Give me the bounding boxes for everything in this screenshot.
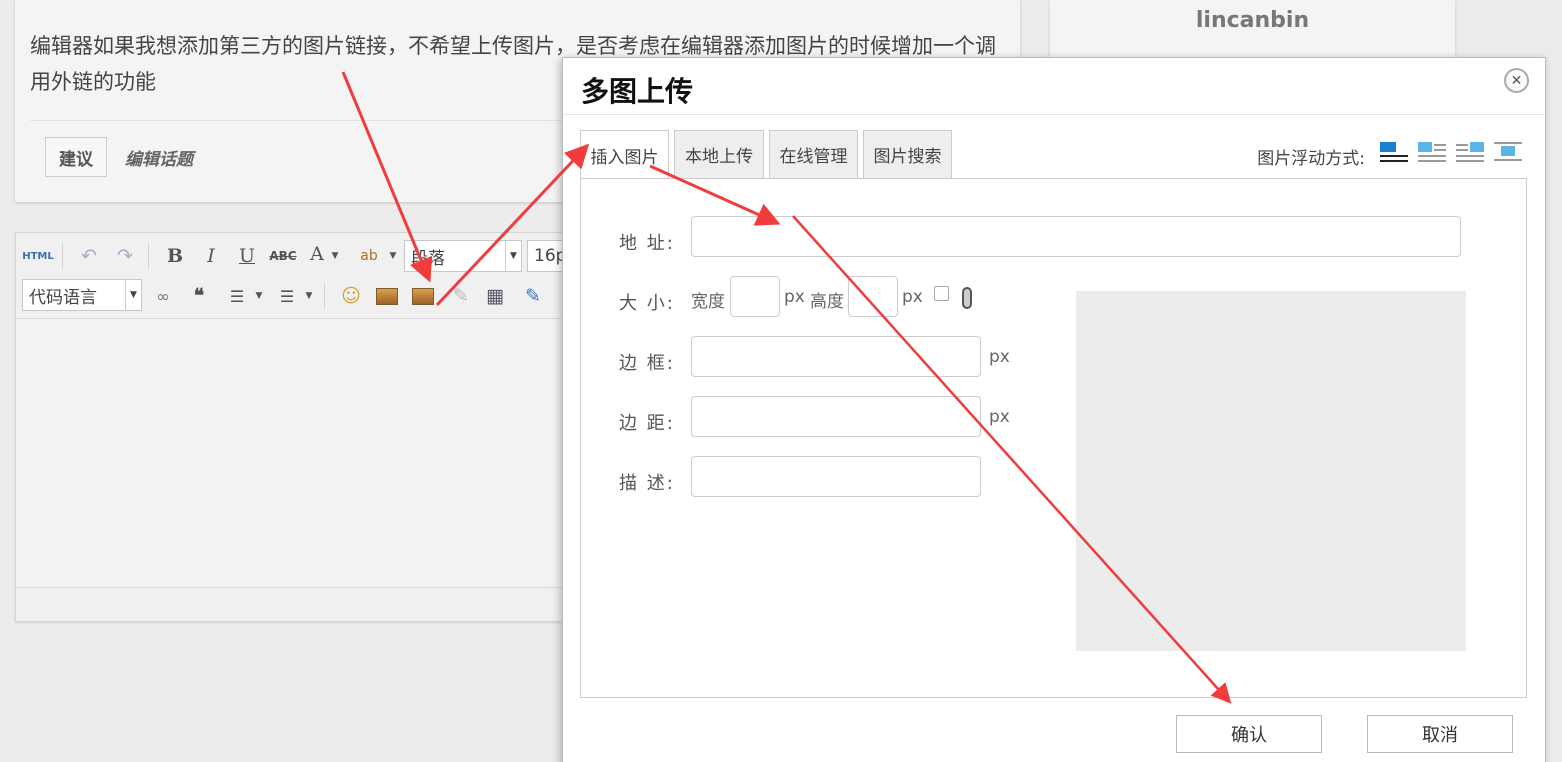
undo-icon[interactable]: ↶ bbox=[76, 243, 102, 269]
insert-image-panel: 地 址: 大 小: 宽度 px 高度 px 边 框: px 边 距: px 描 … bbox=[580, 178, 1527, 698]
address-label: 地 址: bbox=[619, 233, 675, 254]
editor-statusbar bbox=[16, 587, 574, 621]
bold-button[interactable]: B bbox=[162, 243, 188, 269]
chevron-down-icon[interactable]: ▼ bbox=[252, 283, 266, 309]
highlight-icon[interactable]: ab bbox=[354, 243, 384, 269]
px-unit: px bbox=[989, 347, 1010, 367]
code-language-select[interactable]: 代码语言 ▼ bbox=[22, 279, 142, 311]
chevron-down-icon: ▼ bbox=[125, 280, 141, 310]
divider bbox=[563, 114, 1545, 115]
font-color-button[interactable]: A bbox=[306, 241, 328, 267]
edit-topic-link[interactable]: 编辑话题 bbox=[125, 145, 193, 170]
float-left-icon[interactable] bbox=[1418, 140, 1446, 164]
confirm-button[interactable]: 确认 bbox=[1176, 715, 1322, 753]
px-unit: px bbox=[989, 407, 1010, 427]
image-icon[interactable] bbox=[376, 288, 398, 305]
chevron-down-icon[interactable]: ▼ bbox=[328, 243, 342, 269]
emoji-icon[interactable]: ☺ bbox=[338, 283, 364, 309]
toolbar-separator bbox=[148, 243, 149, 269]
rich-text-editor: HTML ↶ ↷ B I U ABC A ▼ ab ▼ 段落 ▼ 16px 代码… bbox=[15, 232, 576, 622]
code-language-select-value: 代码语言 bbox=[29, 287, 97, 308]
multi-image-upload-dialog: 多图上传 ✕ 插入图片 本地上传 在线管理 图片搜索 图片浮动方式: 地 址: … bbox=[562, 57, 1546, 762]
px-unit: px bbox=[784, 287, 805, 307]
image-preview bbox=[1076, 291, 1466, 651]
chevron-down-icon: ▼ bbox=[505, 241, 521, 271]
link-icon[interactable]: ∞ bbox=[150, 283, 176, 309]
tab-image-search[interactable]: 图片搜索 bbox=[863, 130, 952, 178]
editor-toolbar: HTML ↶ ↷ B I U ABC A ▼ ab ▼ 段落 ▼ 16px 代码… bbox=[16, 233, 576, 319]
paragraph-select[interactable]: 段落 ▼ bbox=[404, 240, 522, 272]
scrawl-icon[interactable]: ✎ bbox=[448, 283, 474, 309]
italic-button[interactable]: I bbox=[198, 243, 224, 269]
paragraph-select-value: 段落 bbox=[411, 248, 445, 269]
video-icon[interactable]: ▦ bbox=[482, 283, 508, 309]
ordered-list-icon[interactable]: ☰ bbox=[224, 283, 250, 309]
chevron-down-icon[interactable]: ▼ bbox=[302, 283, 316, 309]
height-label: 高度 bbox=[810, 292, 844, 312]
border-input[interactable] bbox=[691, 336, 981, 377]
width-label: 宽度 bbox=[691, 292, 725, 312]
float-center-icon[interactable] bbox=[1494, 140, 1522, 164]
height-input[interactable] bbox=[848, 276, 898, 317]
margin-input[interactable] bbox=[691, 396, 981, 437]
attachment-icon[interactable]: ✎ bbox=[520, 283, 546, 309]
tab-online-manage[interactable]: 在线管理 bbox=[769, 130, 858, 178]
float-mode-label: 图片浮动方式: bbox=[1257, 149, 1365, 169]
width-input[interactable] bbox=[730, 276, 780, 317]
lock-ratio-checkbox[interactable] bbox=[934, 286, 949, 301]
px-unit: px bbox=[902, 287, 923, 307]
multi-image-upload-icon[interactable] bbox=[412, 288, 434, 305]
html-source-button[interactable]: HTML bbox=[22, 245, 54, 267]
username[interactable]: lincanbin bbox=[1050, 8, 1455, 33]
lock-icon bbox=[962, 287, 972, 309]
tag-button-suggestion[interactable]: 建议 bbox=[45, 137, 107, 177]
image-url-input[interactable] bbox=[691, 216, 1461, 257]
cancel-button[interactable]: 取消 bbox=[1367, 715, 1513, 753]
redo-icon[interactable]: ↷ bbox=[112, 243, 138, 269]
description-label: 描 述: bbox=[619, 473, 675, 494]
user-card: lincanbin bbox=[1050, 0, 1455, 60]
tab-local-upload[interactable]: 本地上传 bbox=[674, 130, 764, 178]
tab-insert-image[interactable]: 插入图片 bbox=[580, 130, 669, 179]
description-input[interactable] bbox=[691, 456, 981, 497]
unordered-list-icon[interactable]: ☰ bbox=[274, 283, 300, 309]
blockquote-icon[interactable]: ❝ bbox=[186, 283, 212, 309]
close-icon[interactable]: ✕ bbox=[1504, 68, 1529, 93]
chevron-down-icon[interactable]: ▼ bbox=[386, 243, 400, 269]
size-label: 大 小: bbox=[619, 293, 675, 314]
border-label: 边 框: bbox=[619, 353, 675, 374]
dialog-title: 多图上传 bbox=[581, 75, 694, 108]
toolbar-separator bbox=[62, 243, 63, 269]
margin-label: 边 距: bbox=[619, 413, 675, 434]
float-right-icon[interactable] bbox=[1456, 140, 1484, 164]
strikethrough-button[interactable]: ABC bbox=[268, 243, 298, 269]
toolbar-separator bbox=[324, 283, 325, 309]
underline-button[interactable]: U bbox=[234, 243, 260, 269]
float-none-icon[interactable] bbox=[1380, 140, 1408, 164]
